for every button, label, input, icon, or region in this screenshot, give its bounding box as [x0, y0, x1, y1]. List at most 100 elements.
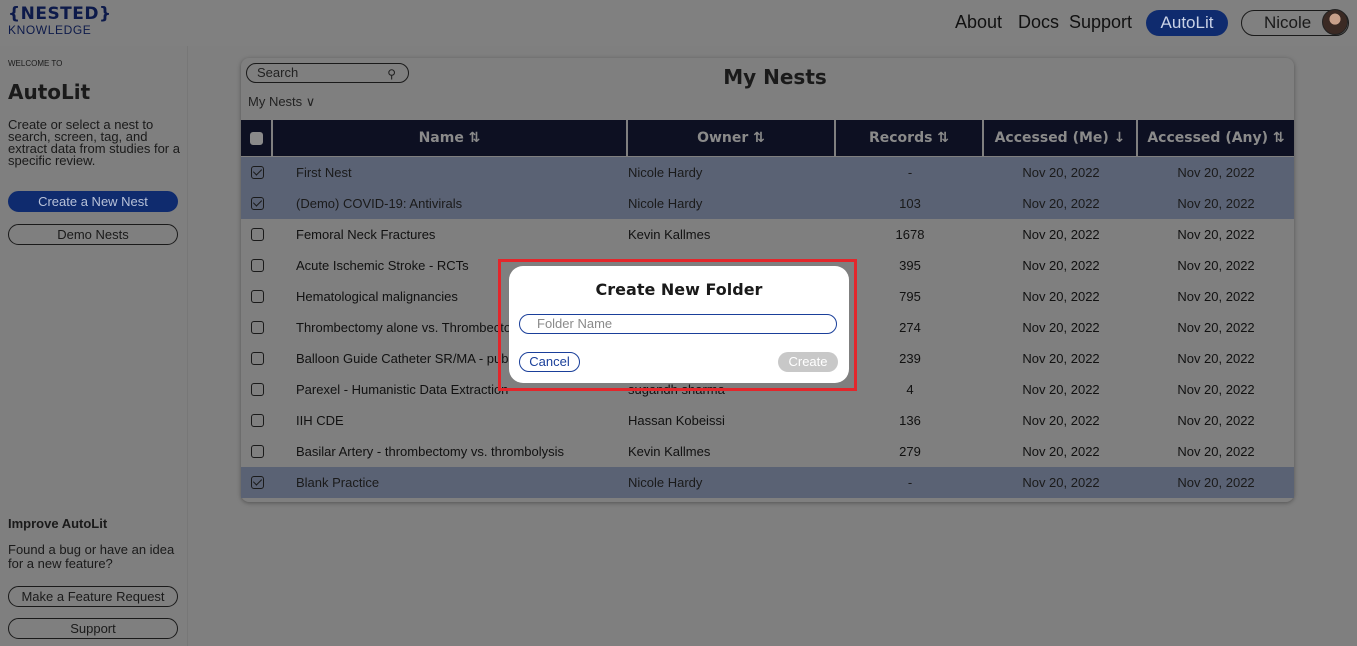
- nest-name[interactable]: Basilar Artery - thrombectomy vs. thromb…: [273, 444, 628, 459]
- nest-owner: Nicole Hardy: [628, 196, 703, 211]
- table-header: Name ⇅ Owner ⇅ Records ⇅ Accessed (Me) ↓…: [241, 120, 1294, 156]
- create-button[interactable]: Create: [778, 352, 838, 372]
- nest-name[interactable]: (Demo) COVID-19: Antivirals: [273, 196, 628, 211]
- cancel-button[interactable]: Cancel: [519, 352, 580, 372]
- row-checkbox-cell[interactable]: [241, 352, 273, 365]
- autolit-button[interactable]: AutoLit: [1146, 10, 1228, 36]
- nest-records: 4: [906, 382, 914, 397]
- nest-name[interactable]: Blank Practice: [273, 475, 628, 490]
- row-checkbox[interactable]: [250, 352, 264, 365]
- nest-owner: Hassan Kobeissi: [628, 413, 725, 428]
- table-row[interactable]: First Nest Nicole Hardy - Nov 20, 2022 Nov 2…: [241, 157, 1294, 188]
- nest-records: 136: [899, 413, 921, 428]
- select-all-checkbox[interactable]: [249, 131, 263, 145]
- search-placeholder: Search: [257, 65, 299, 80]
- improve-autolit-heading: Improve AutoLit: [8, 516, 108, 531]
- row-checkbox-cell[interactable]: [241, 228, 273, 241]
- row-checkbox[interactable]: [250, 414, 264, 427]
- row-checkbox-cell[interactable]: [241, 166, 273, 179]
- nest-accessed-me: Nov 20, 2022: [1022, 289, 1100, 304]
- nest-accessed-any: Nov 20, 2022: [1177, 444, 1255, 459]
- row-checkbox-cell[interactable]: [241, 414, 273, 427]
- nav-support-link[interactable]: Support: [1069, 12, 1132, 33]
- create-new-nest-button[interactable]: Create a New Nest: [8, 191, 178, 212]
- sidebar-welcome: WELCOME TO: [8, 59, 63, 68]
- row-checkbox[interactable]: [250, 166, 264, 179]
- select-all-cell[interactable]: [241, 120, 273, 156]
- nest-records: 103: [899, 196, 921, 211]
- nests-filter-dropdown[interactable]: My Nests ∨: [248, 94, 315, 110]
- nest-accessed-me: Nov 20, 2022: [1022, 165, 1100, 180]
- row-checkbox[interactable]: [250, 476, 264, 489]
- column-owner[interactable]: Owner ⇅: [628, 120, 836, 156]
- nest-records: 279: [899, 444, 921, 459]
- column-accessed-me[interactable]: Accessed (Me) ↓: [984, 120, 1138, 156]
- row-checkbox-cell[interactable]: [241, 321, 273, 334]
- nest-accessed-any: Nov 20, 2022: [1177, 351, 1255, 366]
- row-checkbox[interactable]: [250, 383, 264, 396]
- row-checkbox-cell[interactable]: [241, 445, 273, 458]
- row-checkbox[interactable]: [250, 290, 264, 303]
- row-checkbox-cell[interactable]: [241, 259, 273, 272]
- improve-autolit-text: Found a bug or have an idea for a new fe…: [8, 542, 175, 571]
- nest-accessed-me: Nov 20, 2022: [1022, 196, 1100, 211]
- demo-nests-button[interactable]: Demo Nests: [8, 224, 178, 245]
- folder-name-placeholder: Folder Name: [537, 316, 613, 331]
- nest-accessed-any: Nov 20, 2022: [1177, 165, 1255, 180]
- sidebar-description: Create or select a nest to search, scree…: [8, 117, 180, 168]
- avatar[interactable]: [1322, 9, 1348, 35]
- sidebar-title: AutoLit: [8, 80, 91, 104]
- nest-name[interactable]: Femoral Neck Fractures: [273, 227, 628, 242]
- nest-accessed-me: Nov 20, 2022: [1022, 413, 1100, 428]
- page-title: My Nests: [723, 65, 827, 89]
- row-checkbox-cell[interactable]: [241, 290, 273, 303]
- column-records[interactable]: Records ⇅: [836, 120, 984, 156]
- table-row[interactable]: Basilar Artery - thrombectomy vs. thromb…: [241, 436, 1294, 467]
- nav-docs-link[interactable]: Docs: [1018, 12, 1059, 33]
- nest-accessed-me: Nov 20, 2022: [1022, 227, 1100, 242]
- row-checkbox[interactable]: [250, 259, 264, 272]
- nest-accessed-me: Nov 20, 2022: [1022, 258, 1100, 273]
- row-checkbox[interactable]: [250, 228, 264, 241]
- table-row[interactable]: Femoral Neck Fractures Kevin Kallmes 1678 N…: [241, 219, 1294, 250]
- column-accessed-any[interactable]: Accessed (Any) ⇅: [1138, 120, 1294, 156]
- nest-accessed-any: Nov 20, 2022: [1177, 413, 1255, 428]
- table-row[interactable]: IIH CDE Hassan Kobeissi 136 Nov 20, 2022 Nov…: [241, 405, 1294, 436]
- nest-records: -: [907, 475, 913, 490]
- table-row[interactable]: Blank Practice Nicole Hardy - Nov 20, 2022 N…: [241, 467, 1294, 498]
- row-checkbox-cell[interactable]: [241, 383, 273, 396]
- nest-records: 239: [899, 351, 921, 366]
- search-icon[interactable]: ⚲: [387, 65, 396, 83]
- search-input[interactable]: Search ⚲: [246, 63, 409, 83]
- nest-accessed-any: Nov 20, 2022: [1177, 475, 1255, 490]
- row-checkbox[interactable]: [250, 321, 264, 334]
- column-name[interactable]: Name ⇅: [273, 120, 628, 156]
- nest-records: 274: [899, 320, 921, 335]
- sidebar: WELCOME TO AutoLit Create or select a ne…: [0, 46, 188, 646]
- nest-accessed-any: Nov 20, 2022: [1177, 258, 1255, 273]
- row-checkbox-cell[interactable]: [241, 197, 273, 210]
- dialog-title: Create New Folder: [595, 280, 763, 299]
- row-checkbox-cell[interactable]: [241, 476, 273, 489]
- folder-name-input[interactable]: Folder Name: [519, 314, 837, 334]
- nest-name[interactable]: First Nest: [273, 165, 628, 180]
- row-checkbox[interactable]: [250, 197, 264, 210]
- row-checkbox[interactable]: [250, 445, 264, 458]
- nest-accessed-any: Nov 20, 2022: [1177, 382, 1255, 397]
- nest-accessed-me: Nov 20, 2022: [1022, 444, 1100, 459]
- nest-owner: Nicole Hardy: [628, 475, 703, 490]
- nest-name[interactable]: IIH CDE: [273, 413, 628, 428]
- logo-line-1: {NESTED}: [8, 4, 112, 24]
- top-bar: {NESTED} KNOWLEDGE About Docs Support Au…: [0, 0, 1357, 46]
- feature-request-button[interactable]: Make a Feature Request: [8, 586, 178, 607]
- logo-line-2: KNOWLEDGE: [8, 23, 92, 37]
- nest-owner: Nicole Hardy: [628, 165, 703, 180]
- nest-owner: Kevin Kallmes: [628, 444, 711, 459]
- nest-accessed-any: Nov 20, 2022: [1177, 320, 1255, 335]
- table-row[interactable]: (Demo) COVID-19: Antivirals Nicole Hardy 1…: [241, 188, 1294, 219]
- nest-accessed-me: Nov 20, 2022: [1022, 475, 1100, 490]
- nested-knowledge-logo[interactable]: {NESTED} KNOWLEDGE: [8, 4, 112, 37]
- nav-about-link[interactable]: About: [955, 12, 1002, 33]
- nest-accessed-any: Nov 20, 2022: [1177, 227, 1255, 242]
- support-button[interactable]: Support: [8, 618, 178, 639]
